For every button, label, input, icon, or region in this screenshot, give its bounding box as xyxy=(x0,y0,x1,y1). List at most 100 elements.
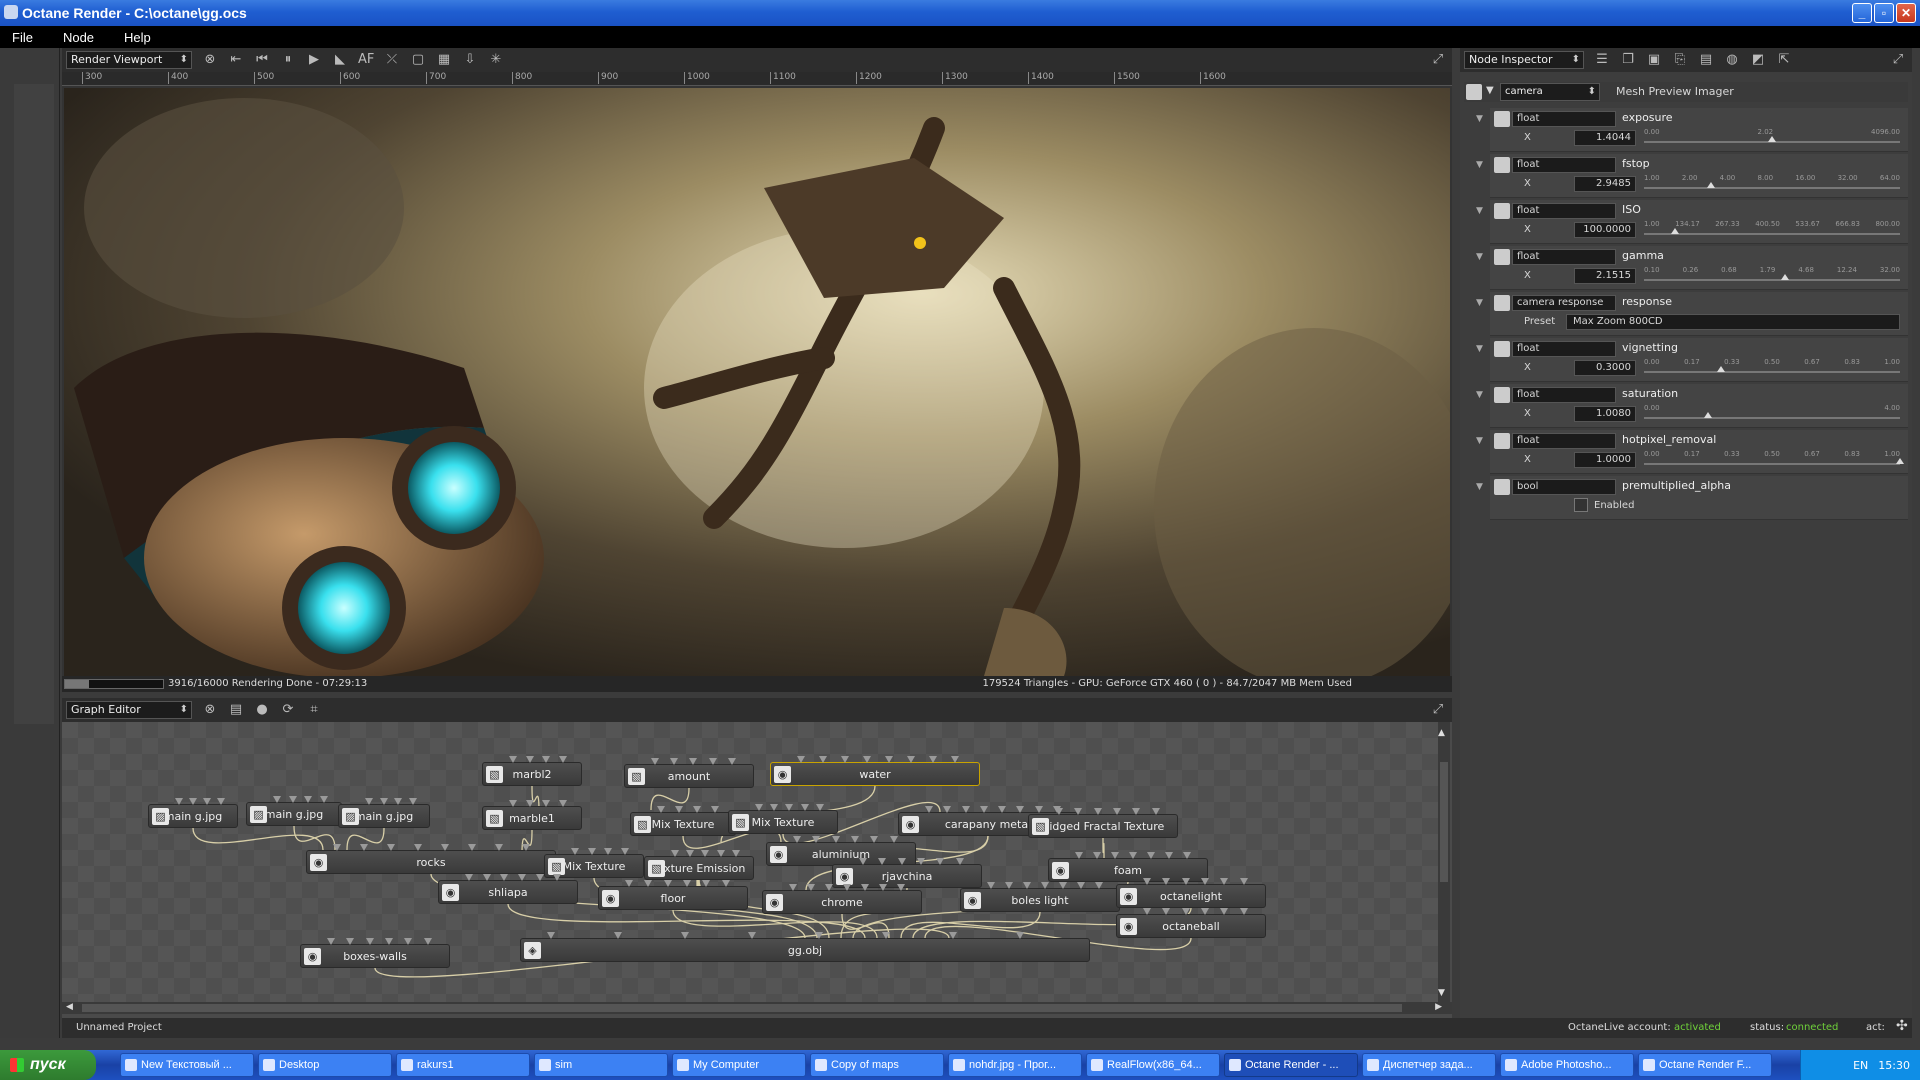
input-pin[interactable] xyxy=(1143,908,1151,915)
param-collapse-icon[interactable]: ▼ xyxy=(1476,436,1483,446)
link-icon[interactable]: ⎘ xyxy=(1672,52,1688,68)
input-pin[interactable] xyxy=(620,848,629,855)
input-pin[interactable] xyxy=(604,848,612,855)
input-pin[interactable] xyxy=(495,844,503,851)
slider-knob[interactable] xyxy=(1670,228,1679,234)
graph-node[interactable]: ▧ marbl2 xyxy=(482,756,582,786)
input-pin[interactable] xyxy=(797,756,805,763)
slider-knob[interactable] xyxy=(1896,458,1904,464)
param-collapse-icon[interactable]: ▼ xyxy=(1476,252,1483,262)
param-collapse-icon[interactable]: ▼ xyxy=(1476,390,1483,400)
input-pin[interactable] xyxy=(1093,852,1101,859)
input-pin[interactable] xyxy=(547,932,555,939)
input-pin[interactable] xyxy=(1059,882,1067,889)
start-button[interactable]: пуск xyxy=(0,1050,96,1080)
input-pin[interactable] xyxy=(217,798,225,805)
graph-node[interactable]: ◉ octaneball xyxy=(1116,908,1266,938)
grid-icon[interactable]: ▦ xyxy=(436,52,452,68)
expand-icon[interactable]: ☰ xyxy=(1594,52,1610,68)
graph-node[interactable]: ◉ octanelight xyxy=(1116,878,1266,908)
graph-node[interactable]: ▨ main g.jpg xyxy=(148,798,238,828)
graph-layout-icon[interactable]: ⌗ xyxy=(306,702,322,718)
input-pin[interactable] xyxy=(1132,808,1141,815)
preset-select[interactable]: Max Zoom 800CD xyxy=(1566,314,1900,330)
param-type-select[interactable]: float xyxy=(1512,111,1616,127)
taskbar-item[interactable]: Octane Render - ... xyxy=(1224,1053,1358,1077)
scroll-thumb[interactable] xyxy=(1440,762,1448,882)
taskbar-item[interactable]: RealFlow(x86_64... xyxy=(1086,1053,1220,1077)
input-pin[interactable] xyxy=(683,880,691,887)
input-pin[interactable] xyxy=(686,850,695,857)
render-image[interactable] xyxy=(64,88,1450,676)
taskbar-item[interactable]: Copy of maps xyxy=(810,1053,944,1077)
input-pin[interactable] xyxy=(1055,808,1063,815)
input-pin[interactable] xyxy=(509,800,517,807)
close-button[interactable]: ✕ xyxy=(1896,3,1916,23)
light-icon[interactable]: ✳ xyxy=(488,52,504,68)
input-pin[interactable] xyxy=(998,806,1006,813)
input-pin[interactable] xyxy=(812,836,821,843)
param-type-select[interactable]: float xyxy=(1512,157,1616,173)
input-pin[interactable] xyxy=(304,796,312,803)
input-pin[interactable] xyxy=(1074,808,1083,815)
input-pin[interactable] xyxy=(711,806,719,813)
pick-icon[interactable]: ⤫ xyxy=(384,52,400,68)
input-pin[interactable] xyxy=(731,850,740,857)
menu-help[interactable]: Help xyxy=(120,30,155,45)
input-pin[interactable] xyxy=(525,756,534,763)
minimize-button[interactable]: _ xyxy=(1852,3,1872,23)
enabled-checkbox[interactable] xyxy=(1574,498,1588,512)
export-icon[interactable]: ⇱ xyxy=(1776,52,1792,68)
copy-icon[interactable]: ❐ xyxy=(1620,52,1636,68)
param-collapse-icon[interactable]: ▼ xyxy=(1476,298,1483,308)
node-type-select[interactable]: camera xyxy=(1500,83,1600,101)
input-pin[interactable] xyxy=(807,884,815,891)
input-pin[interactable] xyxy=(542,800,550,807)
input-pin[interactable] xyxy=(522,844,530,851)
node-graph-canvas[interactable]: ▧ marbl2 ▧ amount ◉ water ▨ main g.jpg ▨ main g.j… xyxy=(62,722,1438,1002)
input-pin[interactable] xyxy=(385,938,393,945)
input-pin[interactable] xyxy=(518,874,526,881)
graph-node[interactable]: ▧ Texture Emission xyxy=(644,850,754,880)
param-slider[interactable] xyxy=(1644,371,1900,373)
input-pin[interactable] xyxy=(882,932,890,939)
graph-node[interactable]: ▧ Ridged Fractal Texture xyxy=(1028,808,1178,838)
input-pin[interactable] xyxy=(644,880,653,887)
graph-node[interactable]: ◈ gg.obj xyxy=(520,932,1090,962)
input-pin[interactable] xyxy=(558,756,567,763)
input-pin[interactable] xyxy=(671,850,679,857)
input-pin[interactable] xyxy=(571,848,579,855)
input-pin[interactable] xyxy=(288,796,297,803)
input-pin[interactable] xyxy=(785,804,794,811)
image-icon[interactable]: ▣ xyxy=(1646,52,1662,68)
input-pin[interactable] xyxy=(708,758,717,765)
input-pin[interactable] xyxy=(482,874,491,881)
input-pin[interactable] xyxy=(273,796,281,803)
list-icon[interactable]: ▤ xyxy=(1698,52,1714,68)
picture-icon[interactable]: ◩ xyxy=(1750,52,1766,68)
graph-save-icon[interactable]: ▤ xyxy=(228,702,244,718)
input-pin[interactable] xyxy=(1165,852,1173,859)
input-pin[interactable] xyxy=(917,858,925,865)
input-pin[interactable] xyxy=(663,880,672,887)
input-pin[interactable] xyxy=(175,798,183,805)
input-pin[interactable] xyxy=(936,858,945,865)
graph-node[interactable]: ◉ chrome xyxy=(762,884,922,914)
input-pin[interactable] xyxy=(1111,852,1119,859)
input-pin[interactable] xyxy=(1005,882,1013,889)
rewind-icon[interactable]: ⏮ xyxy=(254,52,270,68)
input-pin[interactable] xyxy=(408,798,417,805)
input-pin[interactable] xyxy=(879,884,887,891)
menu-file[interactable]: File xyxy=(8,30,37,45)
input-pin[interactable] xyxy=(1077,882,1085,889)
input-pin[interactable] xyxy=(379,798,388,805)
scroll-up-icon[interactable]: ▲ xyxy=(1438,728,1445,738)
param-collapse-icon[interactable]: ▼ xyxy=(1476,482,1483,492)
param-value-field[interactable]: 100.0000 xyxy=(1574,222,1636,238)
input-pin[interactable] xyxy=(689,758,698,765)
param-slider[interactable] xyxy=(1644,417,1900,419)
input-pin[interactable] xyxy=(843,884,851,891)
input-pin[interactable] xyxy=(800,804,809,811)
param-value-field[interactable]: 1.4044 xyxy=(1574,130,1636,146)
input-pin[interactable] xyxy=(535,874,544,881)
